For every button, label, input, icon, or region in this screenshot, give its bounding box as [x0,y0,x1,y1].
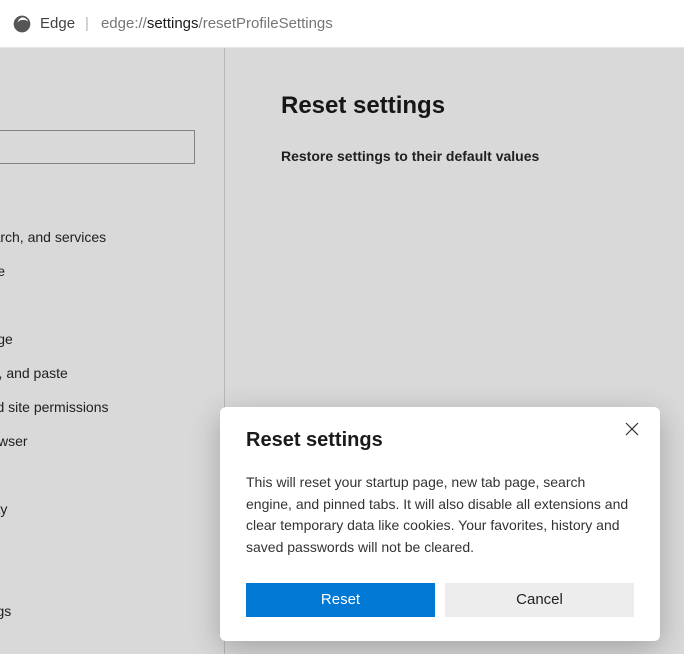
edge-icon [12,14,32,34]
url-prefix: edge:// [101,15,147,32]
url-path-dark: settings [147,15,199,32]
dialog-button-row: Reset Cancel [246,583,634,617]
address-url[interactable]: edge://settings/resetProfileSettings [101,15,333,32]
cancel-button[interactable]: Cancel [445,583,634,617]
address-bar[interactable]: Edge | edge://settings/resetProfileSetti… [0,0,684,48]
reset-dialog: Reset settings This will reset your star… [220,407,660,641]
reset-button[interactable]: Reset [246,583,435,617]
address-separator: | [85,15,89,32]
address-app-label: Edge [40,15,75,32]
close-icon[interactable] [624,421,644,441]
dialog-title: Reset settings [246,429,634,452]
url-suffix: /resetProfileSettings [199,15,333,32]
dialog-body: This will reset your startup page, new t… [246,472,634,559]
